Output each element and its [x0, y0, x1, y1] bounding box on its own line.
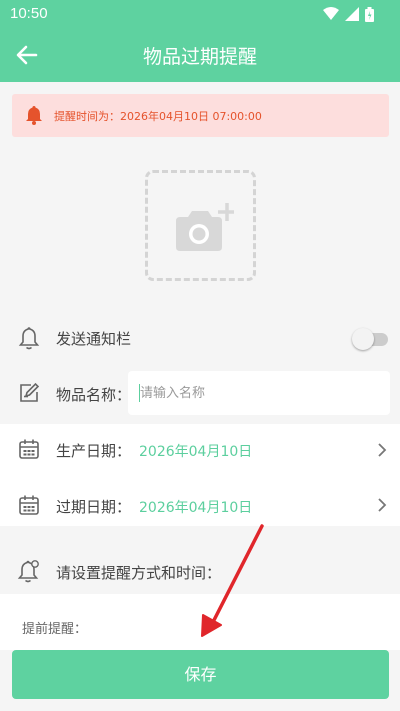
alert-text: 提醒时间为：2026年04月10日 07:00:00 [54, 110, 262, 123]
text-caret [139, 384, 140, 402]
save-button[interactable]: 保存 [12, 650, 389, 699]
bell-icon [18, 327, 40, 350]
status-time: 10:50 [10, 5, 48, 22]
expiry-date-row[interactable]: 过期日期： 2026年04月10日 [0, 482, 400, 526]
alert-banner: 提醒时间为：2026年04月10日 07:00:00 [12, 94, 389, 137]
signal-icon [345, 7, 359, 21]
camera-add-icon [176, 203, 234, 251]
notify-row: 发送通知栏 [0, 318, 400, 360]
reminder-settings-row: 请设置提醒方式和时间： [0, 549, 400, 593]
expiry-date-value: 2026年04月10日 [139, 500, 253, 516]
chevron-right-icon [378, 443, 387, 457]
title-bar: 物品过期提醒 [0, 28, 400, 82]
name-input[interactable] [128, 371, 390, 415]
name-label: 物品名称： [56, 386, 132, 404]
status-bar: 10:50 [0, 0, 400, 28]
notify-label: 发送通知栏 [56, 330, 132, 348]
wifi-icon [323, 7, 339, 20]
production-date-row[interactable]: 生产日期： 2026年04月10日 [0, 428, 400, 472]
notify-toggle[interactable] [352, 328, 390, 350]
edit-icon [20, 382, 40, 402]
advance-reminder-label: 提前提醒： [22, 622, 88, 637]
page-title: 物品过期提醒 [142, 46, 257, 68]
bell-alert-icon [26, 106, 42, 125]
bell-settings-icon [17, 560, 39, 583]
add-photo-button[interactable] [145, 170, 256, 281]
status-icons [323, 6, 374, 22]
chevron-right-icon [378, 498, 387, 512]
calendar-icon [19, 439, 39, 459]
battery-icon [365, 6, 374, 22]
expiry-date-label: 过期日期： [56, 498, 132, 516]
app-header: 10:50 物品过期提醒 [0, 0, 400, 82]
toggle-knob [352, 328, 374, 350]
production-date-value: 2026年04月10日 [139, 444, 253, 460]
calendar-icon [19, 495, 39, 515]
production-date-label: 生产日期： [56, 442, 132, 460]
reminder-settings-label: 请设置提醒方式和时间： [56, 564, 222, 582]
